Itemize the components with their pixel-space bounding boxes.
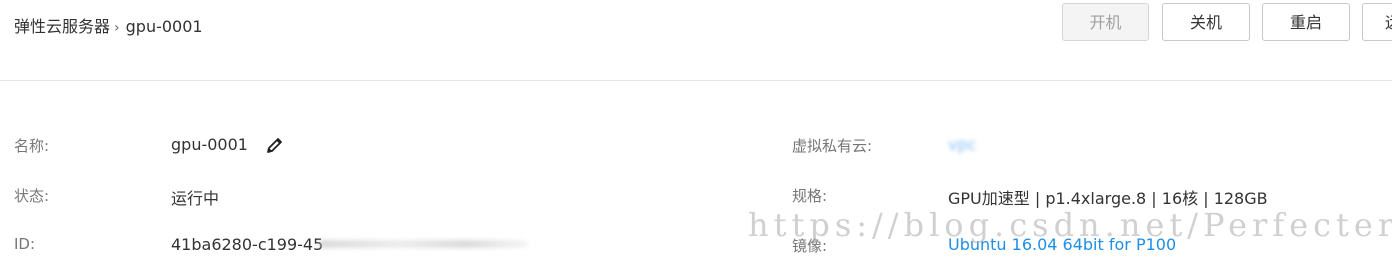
id-label: ID: bbox=[14, 235, 36, 253]
breadcrumb: 弹性云服务器 › gpu-0001 bbox=[14, 13, 203, 37]
name-value: gpu-0001 bbox=[171, 135, 248, 154]
id-value: 41ba6280-c199-45 bbox=[171, 235, 324, 254]
action-toolbar: 开机 关机 重启 远 bbox=[1062, 3, 1392, 43]
spec-label: 规格: bbox=[792, 187, 828, 205]
more-button[interactable]: 远 bbox=[1362, 3, 1392, 41]
start-button[interactable]: 开机 bbox=[1062, 3, 1149, 41]
breadcrumb-parent-link[interactable]: 弹性云服务器 bbox=[14, 17, 110, 36]
breadcrumb-current: gpu-0001 bbox=[125, 17, 203, 36]
vpc-link[interactable]: vpc bbox=[948, 135, 976, 154]
restart-button[interactable]: 重启 bbox=[1262, 3, 1350, 41]
breadcrumb-separator: › bbox=[114, 20, 120, 36]
name-label: 名称: bbox=[14, 137, 50, 155]
stop-button[interactable]: 关机 bbox=[1162, 3, 1250, 41]
status-label: 状态: bbox=[14, 187, 50, 205]
page-header: 弹性云服务器› gpu-0001 开机 关机 重启 远 bbox=[0, 0, 1392, 81]
vpc-label: 虚拟私有云: bbox=[792, 137, 873, 155]
pencil-icon[interactable] bbox=[265, 135, 285, 155]
status-value: 运行中 bbox=[171, 189, 220, 208]
watermark: https://blog.csdn.net/Perfecter bbox=[748, 206, 1392, 244]
id-redaction bbox=[318, 240, 528, 248]
